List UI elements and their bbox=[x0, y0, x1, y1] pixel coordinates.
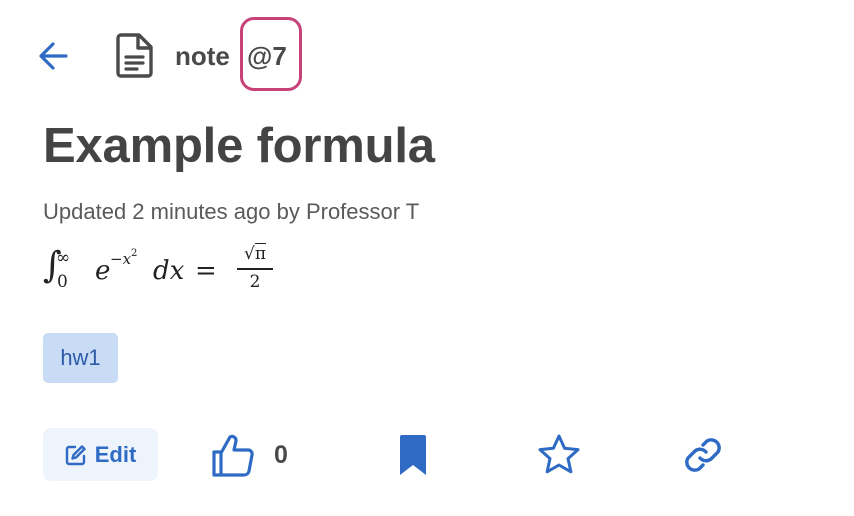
edit-icon bbox=[65, 444, 86, 465]
formula-numerator: √π bbox=[243, 244, 267, 264]
formula-upper-limit: ∞ bbox=[56, 248, 71, 268]
formula-denominator: 2 bbox=[249, 272, 261, 292]
like-count: 0 bbox=[274, 441, 288, 469]
formula-differential: dx bbox=[153, 256, 185, 286]
formula-base: e bbox=[95, 256, 111, 286]
document-icon bbox=[113, 31, 157, 79]
link-icon bbox=[685, 438, 721, 472]
tag-hw1[interactable]: hw1 bbox=[43, 333, 118, 383]
edit-button[interactable]: Edit bbox=[43, 428, 158, 481]
arrow-left-icon bbox=[39, 42, 68, 70]
copy-link-button[interactable] bbox=[676, 430, 730, 480]
thumbs-up-icon bbox=[212, 434, 254, 477]
star-icon bbox=[538, 434, 580, 474]
post-title: Example formula bbox=[43, 119, 435, 173]
formula-fraction-bar bbox=[237, 268, 273, 270]
formula-equals: = bbox=[195, 256, 217, 286]
edit-button-label: Edit bbox=[94, 441, 137, 467]
back-button[interactable] bbox=[32, 34, 76, 78]
bookmark-icon bbox=[400, 435, 426, 475]
like-button[interactable] bbox=[206, 428, 260, 482]
formula: ∫ ∞ 0 e −x2 dx = √π 2 bbox=[43, 240, 283, 300]
star-button[interactable] bbox=[532, 430, 586, 480]
note-type-label: note bbox=[175, 41, 230, 71]
post-meta: Updated 2 minutes ago by Professor T bbox=[43, 199, 420, 224]
note-number-highlight bbox=[240, 17, 302, 91]
bookmark-button[interactable] bbox=[390, 430, 436, 480]
formula-exponent: −x2 bbox=[110, 248, 138, 268]
formula-lower-limit: 0 bbox=[57, 272, 68, 292]
formula-exponent-power: 2 bbox=[131, 248, 138, 259]
